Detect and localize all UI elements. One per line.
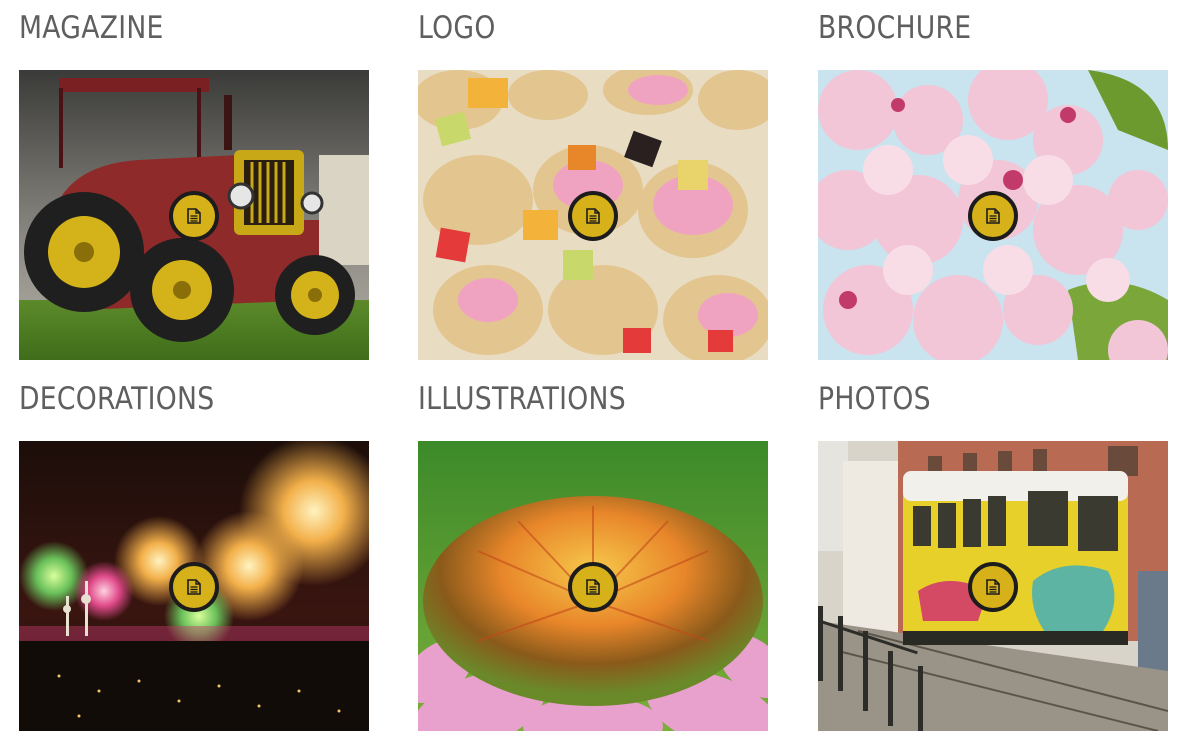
document-icon: [986, 208, 1000, 224]
portfolio-item-title[interactable]: LOGO: [418, 10, 719, 46]
document-icon: [586, 579, 600, 595]
portfolio-thumbnail-tractor[interactable]: [19, 70, 369, 360]
view-details-button[interactable]: [568, 191, 618, 241]
view-details-button[interactable]: [169, 562, 219, 612]
portfolio-grid: MAGAZINE LOGO BROCHURE DECORATIONS ILLUS…: [0, 0, 1182, 744]
portfolio-item-brochure: BROCHURE: [818, 10, 1168, 360]
view-details-button[interactable]: [968, 562, 1018, 612]
portfolio-item-photos: PHOTOS: [818, 381, 1168, 731]
portfolio-item-title[interactable]: ILLUSTRATIONS: [418, 381, 719, 417]
portfolio-item-title[interactable]: BROCHURE: [818, 10, 1119, 46]
view-details-button[interactable]: [568, 562, 618, 612]
portfolio-thumbnail-cookies[interactable]: [418, 70, 768, 360]
view-details-button[interactable]: [169, 191, 219, 241]
document-icon: [586, 208, 600, 224]
document-icon: [986, 579, 1000, 595]
portfolio-thumbnail-coneflower[interactable]: [418, 441, 768, 731]
portfolio-item-decorations: DECORATIONS: [19, 381, 369, 731]
portfolio-item-magazine: MAGAZINE: [19, 10, 369, 360]
portfolio-item-title[interactable]: PHOTOS: [818, 381, 1119, 417]
view-details-button[interactable]: [968, 191, 1018, 241]
portfolio-item-illustrations: ILLUSTRATIONS: [418, 381, 768, 731]
portfolio-item-logo: LOGO: [418, 10, 768, 360]
document-icon: [187, 579, 201, 595]
portfolio-thumbnail-fireworks[interactable]: [19, 441, 369, 731]
portfolio-item-title[interactable]: DECORATIONS: [19, 381, 320, 417]
portfolio-item-title[interactable]: MAGAZINE: [19, 10, 320, 46]
document-icon: [187, 208, 201, 224]
portfolio-thumbnail-blossoms[interactable]: [818, 70, 1168, 360]
portfolio-thumbnail-tram[interactable]: [818, 441, 1168, 731]
